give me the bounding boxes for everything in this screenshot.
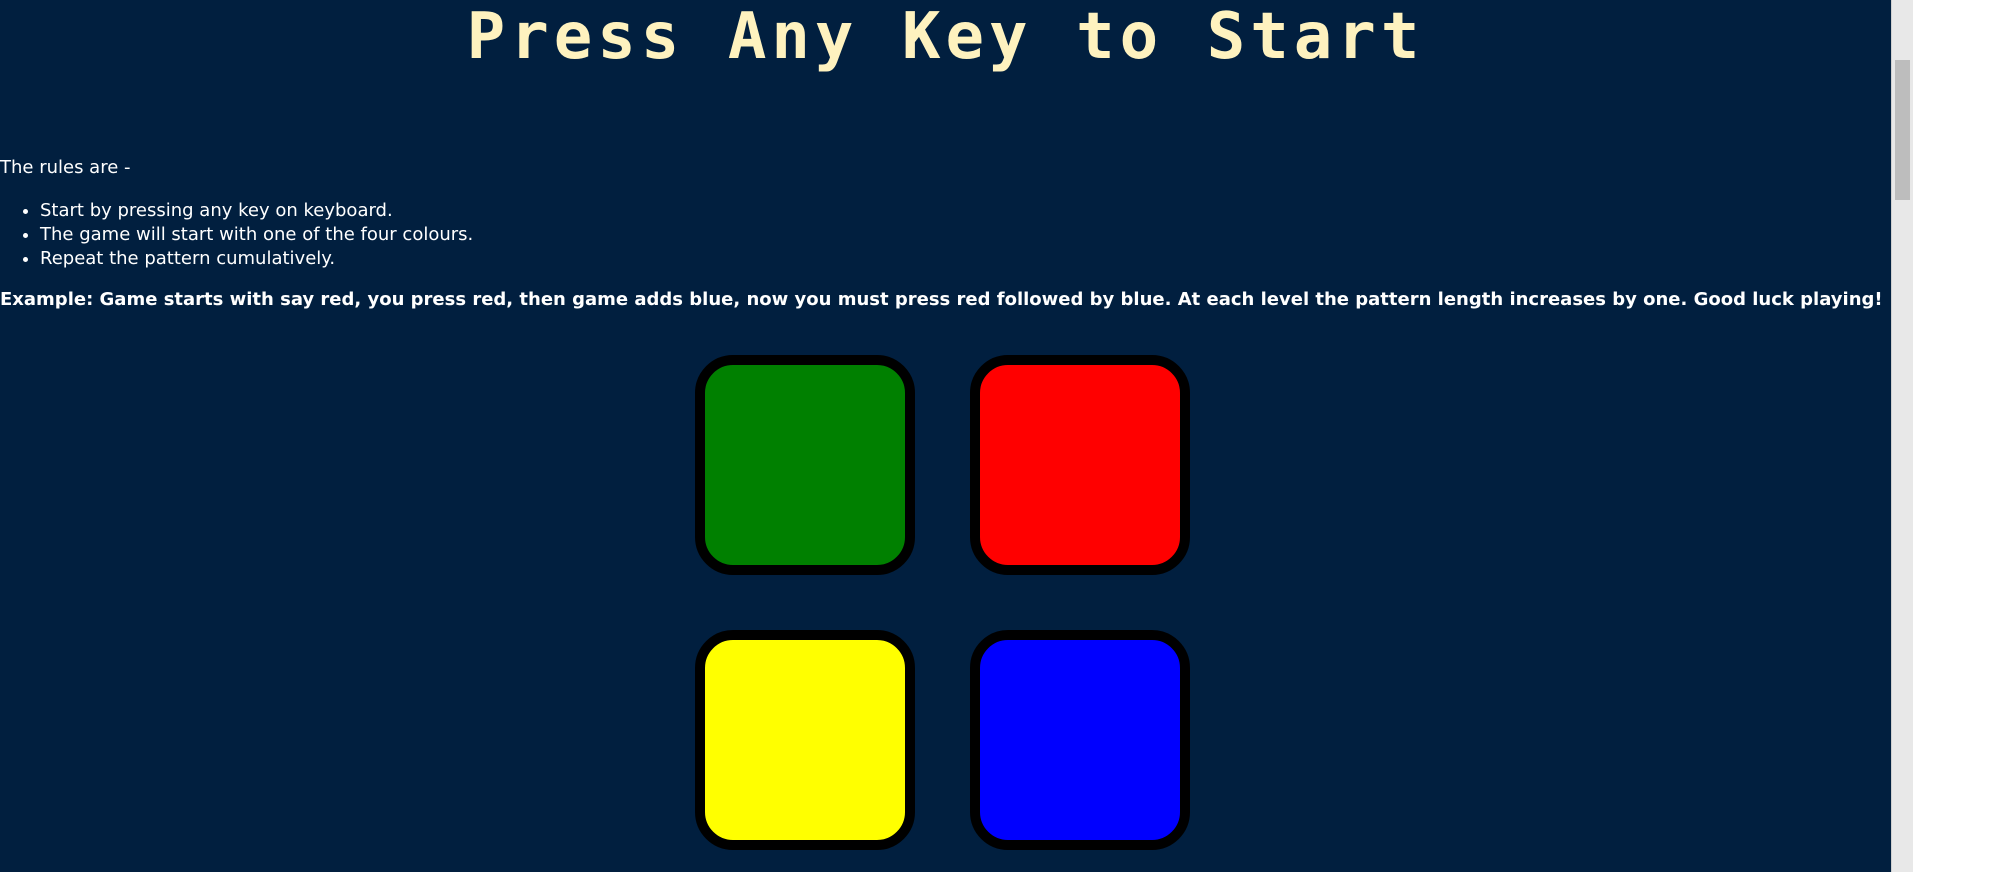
level-title: Press Any Key to Start: [466, 0, 1425, 74]
game-page: Press Any Key to Start The rules are - S…: [0, 0, 1891, 872]
scrollbar-thumb[interactable]: [1895, 60, 1910, 200]
rule-item: The game will start with one of the four…: [40, 223, 473, 247]
red-button[interactable]: [970, 355, 1190, 575]
rule-item: Start by pressing any key on keyboard.: [40, 199, 473, 223]
rule-item: Repeat the pattern cumulatively.: [40, 247, 473, 271]
example-text: Example: Game starts with say red, you p…: [0, 289, 1883, 310]
rules-intro: The rules are -: [0, 157, 131, 178]
rules-list: Start by pressing any key on keyboard. T…: [0, 199, 473, 271]
vertical-scrollbar[interactable]: [1891, 0, 1913, 872]
window-background: [1913, 0, 2016, 872]
green-button[interactable]: [695, 355, 915, 575]
blue-button[interactable]: [970, 630, 1190, 850]
yellow-button[interactable]: [695, 630, 915, 850]
